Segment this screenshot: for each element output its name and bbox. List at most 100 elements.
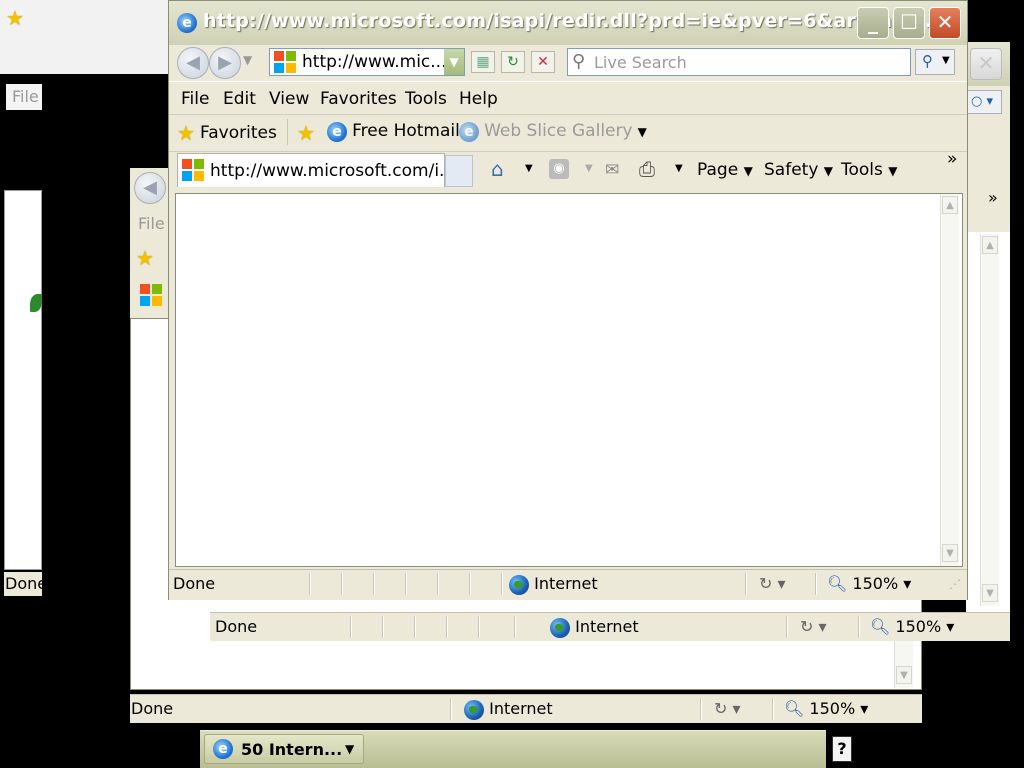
zone-label: Internet <box>489 699 553 718</box>
microsoft-logo-icon <box>140 284 162 306</box>
status-bar: Done Internet ↻ ▾ 🔍︎ 150% ▾ ⋰ <box>169 569 967 600</box>
window-back-scrollbar[interactable]: ▲ ▼ <box>980 234 999 606</box>
file-menu[interactable]: File <box>138 214 165 233</box>
internet-zone-icon <box>550 617 570 638</box>
new-tab-button[interactable] <box>445 155 473 187</box>
scroll-down-button[interactable]: ▼ <box>982 584 998 602</box>
minimize-button[interactable]: _ <box>857 7 889 39</box>
taskbar-item[interactable]: e 50 Intern... ▼ <box>204 734 364 764</box>
page-menu[interactable]: Page ▼ <box>697 160 753 180</box>
toolbar-chevron-back[interactable]: » <box>988 188 998 207</box>
resize-grip[interactable]: ⋰ <box>949 570 961 598</box>
history-dropdown-icon[interactable]: ▼ <box>243 53 252 67</box>
status-done: Done <box>215 617 258 636</box>
search-go-back[interactable]: ○ ▾ <box>962 90 1002 114</box>
vertical-scrollbar[interactable]: ▲ ▼ <box>940 194 959 566</box>
zoom-icon: 🔍︎ <box>784 699 805 718</box>
scroll-down-button[interactable]: ▼ <box>942 544 958 562</box>
main-browser-window: e http://www.microsoft.com/isapi/redir.d… <box>168 0 968 600</box>
address-dropdown-button[interactable]: ▼ <box>444 49 464 75</box>
back-button[interactable]: ◀ <box>134 172 166 204</box>
zone-label: Internet <box>575 617 639 636</box>
file-menu-fragment[interactable]: File <box>12 87 39 106</box>
home-icon[interactable]: ⌂ <box>491 157 504 181</box>
mail-icon[interactable]: ✉ <box>605 160 619 180</box>
tab-current[interactable]: http://www.microsoft.com/i... <box>177 153 455 187</box>
taskbar-item-label: 50 Intern... <box>241 740 343 759</box>
favorites-star-icon[interactable]: ★ <box>136 246 154 270</box>
feeds-icon[interactable]: ◉ <box>549 159 569 179</box>
safety-menu[interactable]: Safety ▼ <box>764 160 833 180</box>
tab-title: http://www.microsoft.com/i... <box>210 161 456 181</box>
feeds-dropdown-icon[interactable]: ▼ <box>585 163 593 174</box>
left-fragment-menu: File <box>6 84 42 110</box>
chevron-down-icon: ▼ <box>637 125 647 139</box>
zone-label: Internet <box>534 574 598 593</box>
chevron-down-icon: ▼ <box>888 164 898 178</box>
chevron-down-icon: ▼ <box>823 164 834 178</box>
search-box[interactable]: ⚲ Live Search <box>567 48 911 76</box>
zoom-icon: 🔍︎ <box>827 574 848 593</box>
menu-favorites[interactable]: Favorites <box>320 89 397 109</box>
zone-indicator[interactable]: Internet <box>509 570 598 598</box>
forward-button[interactable]: ▶ <box>209 47 241 79</box>
menu-view[interactable]: View <box>269 89 309 109</box>
back-button[interactable]: ◀ <box>177 47 209 79</box>
favorites-button[interactable]: ★ Favorites <box>177 121 277 145</box>
fav-link-label: Free Hotmail <box>352 121 460 141</box>
print-dropdown-icon[interactable]: ▼ <box>675 163 683 174</box>
zoom-level: 150% <box>809 699 856 718</box>
menu-edit[interactable]: Edit <box>223 89 256 109</box>
toolbar-chevron[interactable]: » <box>947 149 957 169</box>
add-favorite-icon[interactable]: ★ <box>6 6 24 30</box>
page-menu-label: Page <box>697 160 739 180</box>
tools-menu[interactable]: Tools ▼ <box>841 160 898 180</box>
status-done: Done <box>131 699 174 718</box>
zone-indicator[interactable]: Internet <box>464 695 553 723</box>
fav-link-label: Web Slice Gallery <box>484 121 633 141</box>
add-to-favorites-bar-icon[interactable]: ★ <box>297 121 315 145</box>
address-bar[interactable]: http://www.mic... ▼ <box>269 48 465 76</box>
search-go-button[interactable]: ⚲ ▼ <box>915 49 955 75</box>
site-favicon <box>274 51 296 73</box>
fav-link-web-slice-gallery[interactable]: e Web Slice Gallery ▼ <box>459 121 647 142</box>
chevron-down-icon: ▼ <box>743 164 753 178</box>
scroll-up-button[interactable]: ▲ <box>942 196 958 214</box>
protected-mode-icon[interactable]: ↻ ▾ <box>800 613 827 641</box>
close-button[interactable]: ✕ <box>929 7 961 39</box>
scroll-down-button[interactable]: ▼ <box>896 666 912 684</box>
zoom-control[interactable]: 🔍︎ 150% ▾ <box>784 695 868 723</box>
zoom-control[interactable]: 🔍︎ 150% ▾ <box>870 613 954 641</box>
menu-tools[interactable]: Tools <box>405 89 447 109</box>
home-dropdown-icon[interactable]: ▼ <box>525 163 533 174</box>
address-input[interactable]: http://www.mic... <box>302 52 446 72</box>
refresh-button[interactable]: ↻ <box>501 51 525 73</box>
zone-indicator[interactable]: Internet <box>550 613 639 641</box>
print-icon[interactable]: ⎙ <box>639 157 655 181</box>
search-input[interactable]: Live Search <box>594 53 687 72</box>
menu-help[interactable]: Help <box>459 89 498 109</box>
title-bar[interactable]: e http://www.microsoft.com/isapi/redir.d… <box>169 1 967 45</box>
favorites-bar: ★ Favorites ★ e Free Hotmail e Web Slice… <box>169 115 967 152</box>
window-mid-scrollbar[interactable]: ▼ <box>894 638 913 688</box>
window-mid-statusbar: Done Internet ↻ ▾ 🔍︎ 150% ▾ <box>130 694 922 723</box>
safety-menu-label: Safety <box>764 160 819 180</box>
zoom-control[interactable]: 🔍︎ 150% ▾ <box>827 570 911 598</box>
scroll-up-button[interactable]: ▲ <box>982 236 998 254</box>
close-button-back[interactable]: ✕ <box>970 48 1002 80</box>
chevron-down-icon: ▼ <box>345 742 355 756</box>
page-content[interactable]: ▲ ▼ <box>175 193 963 567</box>
internet-zone-icon <box>509 574 529 595</box>
desktop-strip <box>0 0 170 74</box>
maximize-button[interactable]: ☐ <box>893 7 925 39</box>
help-icon[interactable]: ? <box>832 736 852 762</box>
search-options-icon[interactable]: ▼ <box>942 55 950 66</box>
zoom-level: 150% <box>852 574 899 593</box>
protected-mode-icon[interactable]: ↻ ▾ <box>759 570 786 598</box>
stop-button[interactable]: ✕ <box>531 51 555 73</box>
protected-mode-icon[interactable]: ↻ ▾ <box>714 695 741 723</box>
fav-link-free-hotmail[interactable]: e Free Hotmail <box>327 121 460 142</box>
menu-file[interactable]: File <box>181 89 209 109</box>
window-title: http://www.microsoft.com/isapi/redir.dll… <box>203 10 940 32</box>
compatibility-view-button[interactable]: ▦ <box>471 51 495 73</box>
